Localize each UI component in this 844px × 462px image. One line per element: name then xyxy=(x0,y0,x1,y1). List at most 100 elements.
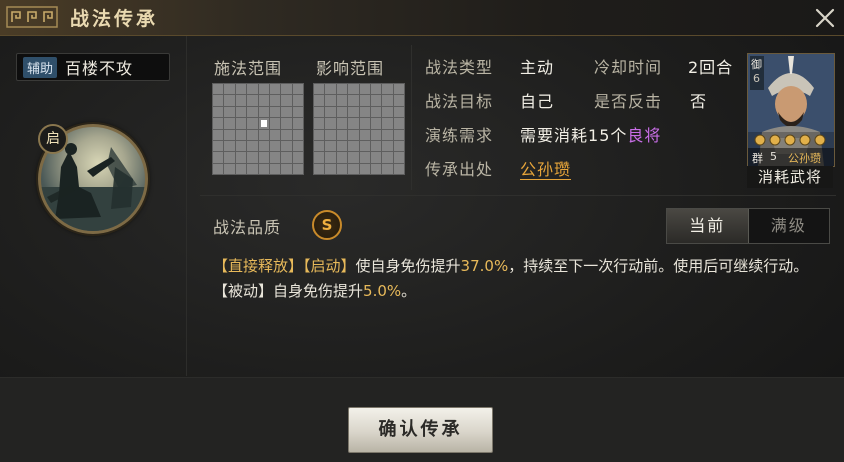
range-cell xyxy=(292,140,303,152)
range-cell xyxy=(258,106,269,118)
range-cell xyxy=(359,118,370,129)
range-cell xyxy=(370,95,382,106)
range-cell xyxy=(292,95,303,106)
range-cell-self xyxy=(258,118,269,129)
range-cell xyxy=(382,84,393,95)
range-cell xyxy=(258,140,269,152)
range-cell xyxy=(247,118,258,129)
range-cell xyxy=(281,129,292,140)
range-cell xyxy=(292,84,303,95)
hero-cost: 5 xyxy=(770,150,777,163)
range-cell xyxy=(359,129,370,140)
drill-prefix: 需要消耗 xyxy=(520,126,589,145)
range-cell xyxy=(292,106,303,118)
range-cell xyxy=(348,84,359,95)
range-cell xyxy=(247,140,258,152)
skill-quality-label: 战法品质 xyxy=(213,218,282,237)
divider xyxy=(200,195,836,196)
skill-type-label: 战法类型 xyxy=(425,58,494,77)
hero-role-tag: 御 xyxy=(751,58,762,71)
range-cell xyxy=(292,163,303,174)
range-cell xyxy=(213,140,224,152)
range-cell xyxy=(281,106,292,118)
range-cell xyxy=(370,163,382,174)
range-cell xyxy=(393,163,404,174)
range-cell xyxy=(292,152,303,163)
skill-type-badge: 启 xyxy=(38,124,68,154)
range-cell xyxy=(258,129,269,140)
range-cell xyxy=(393,106,404,118)
description-line-2: 【被动】自身免伤提升5.0%。 xyxy=(213,279,835,304)
range-cell xyxy=(247,129,258,140)
range-cell xyxy=(382,163,393,174)
range-cell xyxy=(370,129,382,140)
range-cell xyxy=(235,140,247,152)
skill-target-value: 自己 xyxy=(520,92,555,111)
range-cell xyxy=(325,129,336,140)
drill-requirement-label: 演练需求 xyxy=(425,126,494,145)
range-cell xyxy=(269,95,281,106)
range-cell xyxy=(247,106,258,118)
range-cell xyxy=(213,152,224,163)
range-cell xyxy=(359,152,370,163)
range-cell xyxy=(359,95,370,106)
description-text: 使自身免伤提升 xyxy=(355,257,461,275)
close-icon[interactable] xyxy=(812,5,838,31)
range-cell xyxy=(348,118,359,129)
skill-name: 百楼不攻 xyxy=(65,59,134,78)
range-cell xyxy=(314,95,325,106)
range-cell xyxy=(281,118,292,129)
range-cell xyxy=(370,140,382,152)
description-text: 自身免伤提升 xyxy=(273,282,364,300)
range-cell xyxy=(348,106,359,118)
range-cell xyxy=(292,118,303,129)
range-cell xyxy=(281,95,292,106)
hero-card[interactable]: 御 6 群 5 公孙瓒 xyxy=(747,53,835,167)
tag-activate: 【启动】 xyxy=(303,257,356,275)
skill-quality-badge: S xyxy=(312,210,342,240)
confirm-inherit-button[interactable]: 确认传承 xyxy=(348,407,493,453)
hero-role-level: 6 xyxy=(753,72,760,85)
range-cell xyxy=(224,95,235,106)
range-cell xyxy=(224,106,235,118)
damage-reduction-passive-value: 5.0% xyxy=(363,282,402,300)
range-cell xyxy=(235,106,247,118)
range-cell xyxy=(370,118,382,129)
range-cell xyxy=(336,163,348,174)
range-cell xyxy=(258,163,269,174)
range-cell xyxy=(336,118,348,129)
tab-max-level[interactable]: 满级 xyxy=(749,209,830,243)
range-cell xyxy=(325,106,336,118)
range-cell xyxy=(269,84,281,95)
skill-target-label: 战法目标 xyxy=(425,92,494,111)
range-cell xyxy=(359,84,370,95)
range-cell xyxy=(281,84,292,95)
range-cell xyxy=(269,129,281,140)
range-cell xyxy=(269,106,281,118)
inherit-skill-dialog: 战法传承 辅助 百楼不攻 启 施法范围 影响范围 战法类型 主动 冷却时间 2回… xyxy=(0,0,844,462)
range-cell xyxy=(393,84,404,95)
range-cell xyxy=(224,118,235,129)
hero-faction: 群 xyxy=(752,152,763,165)
effect-range-label: 影响范围 xyxy=(316,59,385,78)
range-cell xyxy=(336,140,348,152)
range-cell xyxy=(336,152,348,163)
range-cell xyxy=(235,129,247,140)
tab-current-level[interactable]: 当前 xyxy=(667,209,749,243)
range-cell xyxy=(247,152,258,163)
range-cell xyxy=(348,129,359,140)
range-cell xyxy=(314,84,325,95)
range-cell xyxy=(224,140,235,152)
drill-count: 15个 xyxy=(588,126,628,145)
range-cell xyxy=(235,152,247,163)
origin-hero-link[interactable]: 公孙瓒 xyxy=(520,160,572,180)
range-cell xyxy=(336,129,348,140)
range-cell xyxy=(235,84,247,95)
origin-value-wrap: 公孙瓒 xyxy=(520,156,572,180)
range-cell xyxy=(393,95,404,106)
divider xyxy=(411,45,412,190)
range-cell xyxy=(359,163,370,174)
range-cell xyxy=(224,84,235,95)
range-cell xyxy=(213,84,224,95)
range-cell xyxy=(336,84,348,95)
